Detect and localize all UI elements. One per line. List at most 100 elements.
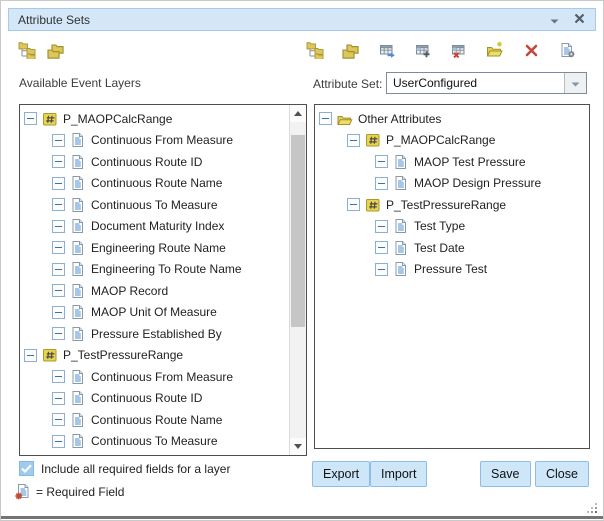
document-icon <box>70 326 86 342</box>
tree-folders-icon <box>306 41 324 59</box>
collapse-folders-button[interactable] <box>46 40 66 60</box>
tree-node[interactable]: Continuous Route ID <box>20 151 289 173</box>
attribute-set-properties-button[interactable] <box>557 40 577 60</box>
tree-node-label: Continuous To Measure <box>91 198 218 212</box>
scroll-down-button[interactable] <box>290 438 306 455</box>
tree-node[interactable]: Continuous Route Name <box>20 409 289 431</box>
tree-node[interactable]: Continuous From Measure <box>20 130 289 152</box>
vertical-scrollbar[interactable] <box>289 105 306 455</box>
folders-icon <box>47 41 65 59</box>
collapse-toggle[interactable] <box>52 263 65 276</box>
collapse-toggle[interactable] <box>319 112 332 125</box>
tree-node-label: Engineering To Route Name <box>91 262 242 276</box>
export-fields-button[interactable] <box>377 40 397 60</box>
tree-node[interactable]: Document Maturity Index <box>20 216 289 238</box>
left-toolbar <box>17 40 66 60</box>
minus-icon <box>378 269 385 270</box>
tree-node[interactable]: Test Date <box>315 237 589 259</box>
collapse-toggle[interactable] <box>375 177 388 190</box>
collapse-toggle[interactable] <box>52 134 65 147</box>
document-icon <box>393 218 409 234</box>
minus-icon <box>55 161 62 162</box>
collapse-toggle[interactable] <box>52 155 65 168</box>
scrollbar-thumb[interactable] <box>291 135 305 327</box>
tree-node[interactable]: Continuous From Measure <box>20 366 289 388</box>
table-export-icon <box>379 42 396 59</box>
collapse-toggle[interactable] <box>347 134 360 147</box>
tree-node[interactable]: Continuous Route ID <box>20 388 289 410</box>
window-title: Attribute Sets <box>9 13 90 27</box>
save-button[interactable]: Save <box>480 461 531 487</box>
document-icon <box>70 304 86 320</box>
tree-node[interactable]: Engineering To Route Name <box>20 259 289 281</box>
tree-node-label: P_MAOPCalcRange <box>63 112 172 126</box>
tree-node[interactable]: Pressure Established By <box>20 323 289 345</box>
combobox-dropdown-button[interactable] <box>564 73 586 93</box>
minus-icon <box>55 290 62 291</box>
tree-node[interactable]: Test Type <box>315 216 589 238</box>
collapse-toggle[interactable] <box>375 220 388 233</box>
scroll-up-button[interactable] <box>290 105 306 122</box>
document-icon <box>70 261 86 277</box>
tree-node-label: Pressure Established By <box>91 327 222 341</box>
collapse-toggle[interactable] <box>52 241 65 254</box>
collapse-toggle[interactable] <box>52 392 65 405</box>
expand-to-tree-button[interactable] <box>17 40 37 60</box>
minus-icon <box>55 312 62 313</box>
document-icon <box>393 154 409 170</box>
remove-fields-button[interactable] <box>449 40 469 60</box>
collapse-toggle[interactable] <box>52 284 65 297</box>
delete-attribute-set-button[interactable] <box>521 40 541 60</box>
collapse-toggle[interactable] <box>375 241 388 254</box>
minus-icon <box>55 419 62 420</box>
tree-node[interactable]: MAOP Unit Of Measure <box>20 302 289 324</box>
attribute-set-combobox[interactable]: UserConfigured <box>386 72 587 94</box>
collapse-toggle[interactable] <box>52 306 65 319</box>
minus-icon <box>55 441 62 442</box>
close-button[interactable] <box>572 13 586 27</box>
tree-node[interactable]: MAOP Record <box>20 280 289 302</box>
tree-node[interactable]: Engineering Route Name <box>20 237 289 259</box>
tree-node[interactable]: Continuous Route Name <box>20 173 289 195</box>
tree-node[interactable]: P_MAOPCalcRange <box>315 130 589 152</box>
collapse-toggle[interactable] <box>52 435 65 448</box>
tree-node[interactable]: Continuous To Measure <box>20 194 289 216</box>
expand-to-tree-button[interactable] <box>305 40 325 60</box>
collapse-toggle[interactable] <box>24 349 37 362</box>
tree-node[interactable]: P_MAOPCalcRange <box>20 108 289 130</box>
tree-node[interactable]: P_TestPressureRange <box>315 194 589 216</box>
close-dialog-button[interactable]: Close <box>535 461 589 487</box>
tree-node[interactable]: Pressure Test <box>315 259 589 281</box>
include-required-fields-checkbox[interactable] <box>19 461 34 476</box>
triangle-down-icon <box>294 444 302 449</box>
tree-node[interactable]: MAOP Design Pressure <box>315 173 589 195</box>
attribute-set-value[interactable]: UserConfigured <box>387 73 564 93</box>
collapse-toggle[interactable] <box>52 177 65 190</box>
collapse-toggle[interactable] <box>52 370 65 383</box>
tree-node[interactable]: Continuous To Measure <box>20 431 289 453</box>
collapse-folders-button[interactable] <box>341 40 361 60</box>
tree-node[interactable]: Other Attributes <box>315 108 589 130</box>
tree-node[interactable]: P_TestPressureRange <box>20 345 289 367</box>
import-button[interactable]: Import <box>370 461 427 487</box>
table-remove-icon <box>451 42 468 59</box>
resize-grip[interactable] <box>586 502 598 514</box>
collapse-toggle[interactable] <box>52 220 65 233</box>
tree-node[interactable]: MAOP Test Pressure <box>315 151 589 173</box>
export-button[interactable]: Export <box>312 461 370 487</box>
tree-node-label: MAOP Record <box>91 284 168 298</box>
collapse-toggle[interactable] <box>375 155 388 168</box>
add-fields-button[interactable] <box>413 40 433 60</box>
collapse-toggle[interactable] <box>52 327 65 340</box>
collapse-toggle[interactable] <box>375 263 388 276</box>
document-icon <box>70 218 86 234</box>
minus-icon <box>55 333 62 334</box>
folder-open-icon <box>337 111 353 127</box>
collapse-toggle[interactable] <box>24 112 37 125</box>
collapse-toggle[interactable] <box>52 198 65 211</box>
panel-menu-button[interactable] <box>547 13 561 27</box>
collapse-toggle[interactable] <box>347 198 360 211</box>
new-attribute-set-button[interactable] <box>485 40 505 60</box>
title-bar: Attribute Sets <box>8 8 596 31</box>
collapse-toggle[interactable] <box>52 413 65 426</box>
